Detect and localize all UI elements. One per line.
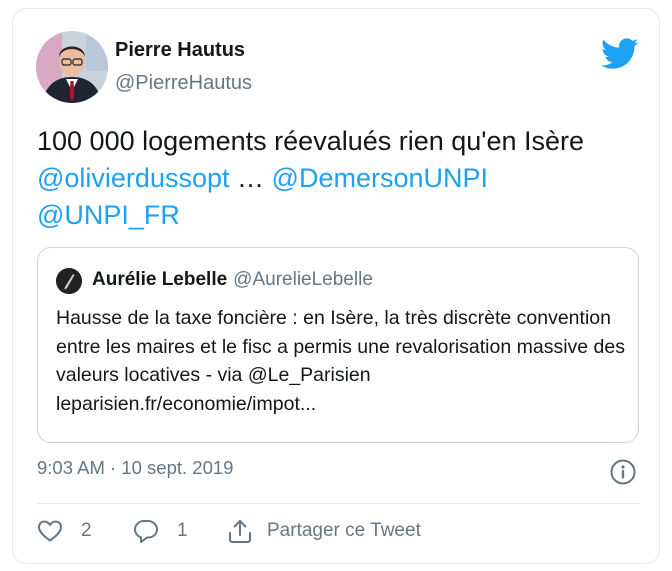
twitter-bird-icon[interactable] (601, 38, 639, 70)
mention-unpi-fr[interactable]: @UNPI_FR (37, 200, 180, 230)
quoted-text: Hausse de la taxe foncière : en Isère, l… (56, 307, 625, 415)
like-button[interactable]: 2 (37, 515, 92, 547)
ellipsis: … (237, 163, 265, 193)
tweet-body: 100 000 logements réevalués rien qu'en I… (37, 126, 585, 156)
author-avatar[interactable] (36, 31, 108, 103)
tweet-card[interactable]: Pierre Hautus @PierreHautus 100 000 loge… (12, 8, 660, 564)
quoted-author-handle: @AurelieLebelle (233, 269, 373, 290)
quoted-author[interactable]: Aurélie Lebelle @AurelieLebelle (92, 269, 373, 291)
divider (37, 503, 639, 504)
author-handle[interactable]: @PierreHautus (115, 72, 252, 95)
tweet-text: 100 000 logements réevalués rien qu'en I… (37, 123, 647, 234)
tweet-timestamp[interactable]: 9:03 AM · 10 sept. 2019 (37, 457, 233, 479)
share-button[interactable]: Partager ce Tweet (227, 515, 421, 547)
mention-olivierdussopt[interactable]: @olivierdussopt (37, 163, 230, 193)
like-count: 2 (81, 520, 92, 541)
author-name[interactable]: Pierre Hautus (115, 39, 245, 62)
reply-button[interactable]: 1 (133, 515, 188, 547)
heart-icon (38, 520, 62, 542)
mention-demersonunpi[interactable]: @DemersonUNPI (272, 163, 488, 193)
share-icon (229, 520, 251, 543)
quoted-author-avatar[interactable] (56, 268, 82, 294)
info-icon[interactable] (610, 459, 636, 485)
reply-bubble-icon (134, 520, 158, 543)
quoted-author-name: Aurélie Lebelle (92, 269, 228, 290)
share-label: Partager ce Tweet (267, 520, 421, 541)
quoted-tweet[interactable]: Aurélie Lebelle @AurelieLebelle Hausse de… (37, 247, 639, 443)
reply-count: 1 (177, 520, 188, 541)
